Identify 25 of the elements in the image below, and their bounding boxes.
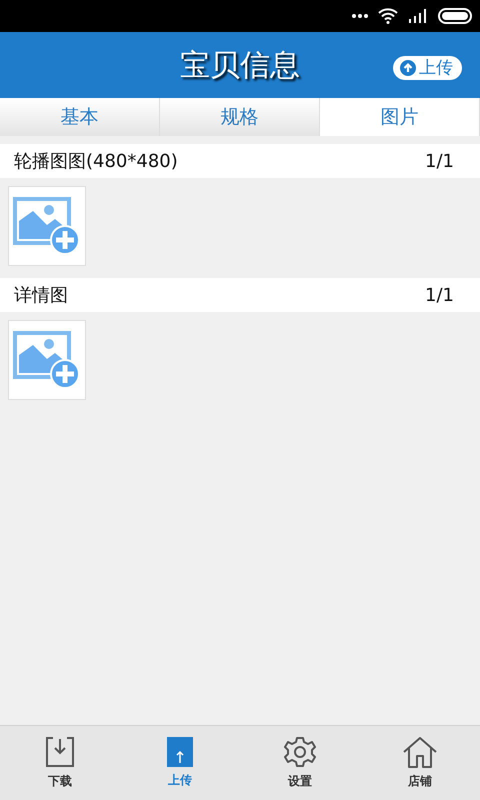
upload-icon	[167, 737, 193, 767]
battery-icon	[438, 8, 472, 24]
nav-tab[interactable]: 上传	[120, 726, 240, 800]
image-count: 1/1	[425, 284, 454, 308]
tab[interactable]: 基本	[0, 98, 160, 136]
tab[interactable]: 图片	[320, 98, 480, 136]
page-title: 宝贝信息	[180, 46, 300, 84]
section-title: 轮播图图(480*480)	[14, 150, 178, 174]
add-image-button[interactable]	[8, 320, 86, 400]
wifi-icon	[378, 8, 398, 24]
nav-tab[interactable]: 店铺	[360, 726, 480, 800]
signal-icon	[408, 9, 428, 23]
add-image-icon	[13, 331, 81, 389]
section-title: 详情图	[14, 284, 68, 308]
nav-tab[interactable]: 设置	[240, 726, 360, 800]
add-image-button[interactable]	[8, 186, 86, 266]
download-icon	[45, 736, 75, 768]
upload-arrow-icon	[400, 60, 416, 76]
add-image-icon	[13, 197, 81, 255]
home-icon	[402, 736, 438, 768]
nav-tab[interactable]: 下载	[0, 726, 120, 800]
image-count: 1/1	[425, 150, 454, 174]
upload-button[interactable]: 上传	[393, 56, 462, 80]
more-icon	[352, 14, 368, 18]
settings-icon	[284, 736, 316, 768]
